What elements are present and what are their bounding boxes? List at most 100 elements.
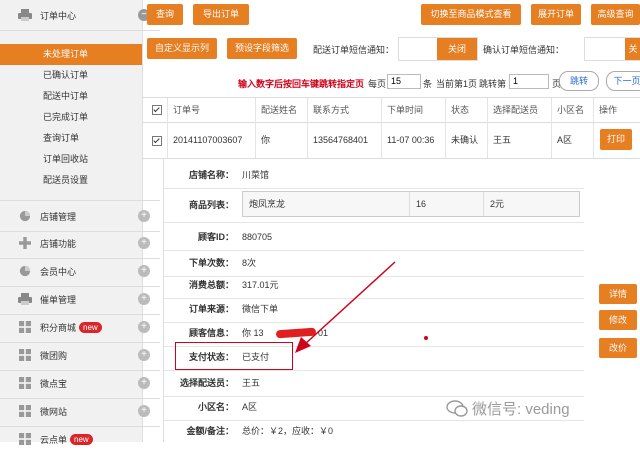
current-page-label: 当前第1页	[436, 79, 478, 89]
orders-table-header: 订单号 配送姓名 联系方式 下单时间 状态 选择配送员 小区名 操作	[143, 97, 640, 123]
delivery-sms-toggle[interactable]: 关闭	[398, 37, 478, 61]
customer-info-tail: 01	[318, 328, 329, 338]
detail-row-spend: 消费总额： 317.01元	[164, 272, 584, 299]
community-label: 小区名：	[197, 402, 234, 412]
export-orders-button[interactable]: 导出订单	[193, 4, 249, 25]
status-cell: 未确认	[445, 122, 487, 158]
customer-id-label: 顾客ID：	[197, 232, 234, 242]
detail-row-customer-id: 顾客ID： 880705	[164, 224, 584, 251]
community-value: A区	[242, 402, 258, 412]
sidebar-section-label: 订单中心	[40, 10, 77, 21]
product-price: 2元	[483, 192, 579, 216]
col-status: 状态	[445, 98, 487, 122]
pie-chart-icon	[19, 265, 31, 277]
sidebar-section-label: 催单管理	[40, 294, 77, 305]
printer-icon	[18, 9, 32, 21]
wechat-icon	[446, 399, 468, 417]
courier-cell: 王五	[487, 122, 551, 158]
store-label: 店铺名称：	[188, 170, 234, 180]
col-courier: 选择配送员	[487, 98, 551, 122]
grid-icon	[19, 377, 31, 389]
sidebar-section-label: 店铺管理	[40, 211, 77, 222]
switch-product-mode-button[interactable]: 切换至商品模式查看	[421, 4, 521, 25]
printer-icon	[18, 293, 32, 305]
sidebar-item-query-orders[interactable]: 查询订单	[0, 128, 142, 149]
courier-label: 选择配送员：	[179, 378, 234, 388]
confirm-sms-toggle[interactable]: 关闭	[584, 37, 640, 61]
edit-button[interactable]: 修改	[599, 310, 637, 330]
grid-icon	[19, 349, 31, 361]
select-all-checkbox[interactable]	[152, 105, 162, 115]
annotation-highlight-box	[175, 342, 293, 370]
sidebar-item-unprocessed-orders[interactable]: 未处理订单	[0, 44, 142, 65]
new-badge: new	[79, 321, 102, 333]
sidebar-item-completed-orders[interactable]: 已完成订单	[0, 107, 142, 128]
per-page-input[interactable]	[387, 74, 421, 89]
sidebar-section-label: 店铺功能	[40, 238, 77, 249]
col-community: 小区名	[551, 98, 593, 122]
wechat-watermark: 微信号: veding	[446, 398, 570, 419]
jump-label: 跳转第	[479, 79, 507, 89]
sidebar-section-micro-dianbao[interactable]: 微点宝 +	[0, 368, 160, 399]
sidebar-section-label: 微网站	[40, 406, 68, 417]
source-label: 订单来源：	[188, 304, 234, 314]
custom-columns-button[interactable]: 自定义显示列	[147, 38, 217, 59]
sidebar-section-order-center[interactable]: 订单中心 −	[0, 0, 160, 31]
sidebar-section-label: 积分商城	[40, 322, 77, 333]
toggle-state: 关闭	[625, 38, 640, 60]
sidebar-section-reminder-management[interactable]: 催单管理 +	[0, 284, 160, 315]
per-page-unit: 条	[423, 79, 433, 89]
products-label: 商品列表：	[188, 200, 234, 210]
grid-icon	[19, 405, 31, 417]
sidebar-item-confirmed-orders[interactable]: 已确认订单	[0, 65, 142, 86]
table-row[interactable]: 20141107003607 你 13564768401 11-07 00:36…	[143, 122, 640, 159]
sidebar-section-member-center[interactable]: 会员中心 +	[0, 256, 160, 287]
sidebar-section-label: 微团购	[40, 350, 68, 361]
community-cell: A区	[551, 122, 593, 158]
order-time-cell: 11-07 00:36	[381, 122, 445, 158]
details-button[interactable]: 详情	[599, 284, 637, 304]
source-value: 微信下单	[242, 304, 279, 314]
confirm-sms-label: 确认订单短信通知：	[483, 45, 565, 55]
row-checkbox[interactable]	[152, 136, 162, 146]
spend-value: 317.01元	[242, 280, 279, 290]
change-price-button[interactable]: 改价	[599, 338, 637, 358]
watermark-text: 微信号: veding	[472, 401, 570, 418]
jump-page-input[interactable]	[509, 74, 549, 89]
query-button[interactable]: 查询	[147, 4, 183, 25]
next-page-button[interactable]: 下一页	[606, 71, 640, 91]
per-page-label: 每页	[368, 79, 387, 89]
detail-row-source: 订单来源： 微信下单	[164, 296, 584, 323]
pie-chart-icon	[19, 210, 31, 222]
grid-icon	[19, 321, 31, 333]
col-order-time: 下单时间	[381, 98, 445, 122]
sidebar: 订单中心 − 未处理订单 已确认订单 配送中订单 已完成订单 查询订单 订单回收…	[0, 0, 160, 445]
order-no-cell: 20141107003607	[167, 122, 255, 158]
order-submenu: 未处理订单 已确认订单 配送中订单 已完成订单 查询订单 订单回收站 配送员设置	[0, 44, 142, 191]
sidebar-item-courier-settings[interactable]: 配送员设置	[0, 170, 142, 191]
col-contact: 联系方式	[307, 98, 381, 122]
sidebar-item-order-recycle-bin[interactable]: 订单回收站	[0, 149, 142, 170]
new-badge: new	[70, 433, 93, 445]
preset-filter-button[interactable]: 预设字段筛选	[227, 38, 297, 59]
detail-row-products: 商品列表： 炮凤烹龙 16 2元	[164, 188, 584, 223]
sidebar-section-label: 会员中心	[40, 266, 77, 277]
plus-cross-icon	[19, 237, 31, 249]
jump-button[interactable]: 跳转	[559, 71, 599, 91]
toggle-state: 关闭	[437, 38, 477, 60]
sidebar-section-label: 云点单	[40, 434, 68, 445]
expand-orders-button[interactable]: 展开订单	[531, 4, 581, 25]
sidebar-section-micro-website[interactable]: 微网站 +	[0, 396, 160, 427]
sidebar-section-cloud-order[interactable]: 云点单 new	[0, 424, 160, 454]
print-button[interactable]: 打印	[600, 129, 632, 150]
delivery-sms-label: 配送订单短信通知：	[313, 45, 395, 55]
advanced-query-button[interactable]: 高级查询	[591, 4, 640, 25]
detail-row-amount: 金额/备注： 总价：￥2，应收：￥0	[164, 418, 584, 444]
sidebar-item-delivering-orders[interactable]: 配送中订单	[0, 86, 142, 107]
product-list: 炮凤烹龙 16 2元	[242, 191, 580, 217]
phone-cell: 13564768401	[307, 122, 381, 158]
sidebar-section-points-mall[interactable]: 积分商城 new +	[0, 312, 160, 343]
sidebar-section-store-functions[interactable]: 店铺功能 +	[0, 228, 160, 259]
sidebar-section-group-buying[interactable]: 微团购 +	[0, 340, 160, 371]
grid-icon	[19, 433, 31, 445]
